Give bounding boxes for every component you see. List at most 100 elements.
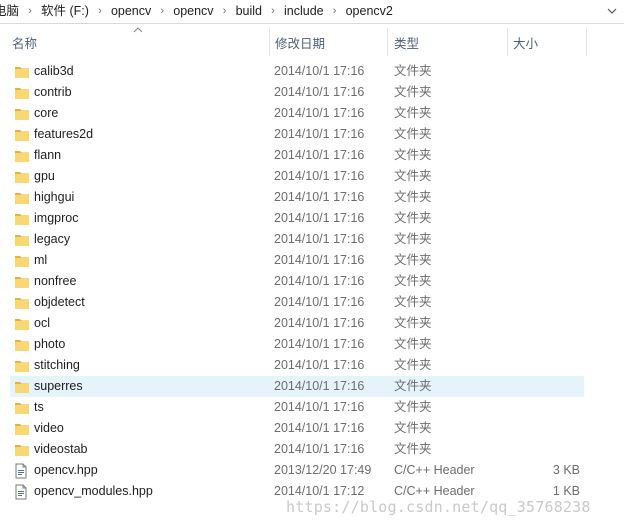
breadcrumb-item[interactable]: include	[280, 0, 328, 22]
item-name: gpu	[34, 169, 55, 183]
column-type[interactable]: 类型	[388, 24, 506, 60]
chevron-right-icon[interactable]: ›	[328, 0, 342, 22]
header-file-icon	[14, 460, 30, 481]
item-type: 文件夹	[394, 148, 432, 162]
chevron-right-icon[interactable]: ›	[23, 0, 37, 22]
item-type: 文件夹	[394, 190, 432, 204]
folder-row[interactable]: stitching 2014/10/1 17:16 文件夹	[10, 355, 584, 376]
folder-icon	[14, 397, 30, 418]
item-date: 2014/10/1 17:16	[274, 337, 365, 351]
item-type: 文件夹	[394, 421, 432, 435]
breadcrumb-item[interactable]: opencv2	[342, 0, 397, 22]
item-date: 2014/10/1 17:16	[274, 127, 365, 141]
folder-row[interactable]: features2d 2014/10/1 17:16 文件夹	[10, 124, 584, 145]
item-type: 文件夹	[394, 232, 432, 246]
item-name: photo	[34, 337, 66, 351]
breadcrumb-item[interactable]: 软件 (F:)	[37, 0, 93, 22]
folder-row[interactable]: core 2014/10/1 17:16 文件夹	[10, 103, 584, 124]
folder-row[interactable]: calib3d 2014/10/1 17:16 文件夹	[10, 61, 584, 82]
item-name: opencv.hpp	[34, 463, 98, 477]
item-type: 文件夹	[394, 106, 432, 120]
item-date: 2014/10/1 17:16	[274, 64, 365, 78]
folder-icon	[14, 103, 30, 124]
item-name: calib3d	[34, 64, 74, 78]
folder-row[interactable]: ml 2014/10/1 17:16 文件夹	[10, 250, 584, 271]
column-date-label: 修改日期	[275, 36, 326, 51]
folder-icon	[14, 355, 30, 376]
item-name: legacy	[34, 232, 71, 246]
item-type: 文件夹	[394, 64, 432, 78]
chevron-right-icon[interactable]: ›	[155, 0, 169, 22]
folder-icon	[14, 271, 30, 292]
column-divider[interactable]	[586, 28, 587, 56]
item-date: 2014/10/1 17:16	[274, 85, 365, 99]
folder-icon	[14, 61, 30, 82]
breadcrumb-item[interactable]: opencv	[169, 0, 217, 22]
breadcrumb-item[interactable]: opencv	[107, 0, 155, 22]
item-name: highgui	[34, 190, 75, 204]
watermark: https://blog.csdn.net/qq_35768238	[286, 498, 591, 516]
item-type: 文件夹	[394, 400, 432, 414]
item-date: 2014/10/1 17:16	[274, 274, 365, 288]
folder-row[interactable]: flann 2014/10/1 17:16 文件夹	[10, 145, 584, 166]
folder-icon	[14, 82, 30, 103]
chevron-right-icon[interactable]: ›	[218, 0, 232, 22]
item-type: 文件夹	[394, 274, 432, 288]
item-date: 2014/10/1 17:16	[274, 400, 365, 414]
item-type: 文件夹	[394, 358, 432, 372]
item-date: 2014/10/1 17:16	[274, 421, 365, 435]
folder-row[interactable]: nonfree 2014/10/1 17:16 文件夹	[10, 271, 584, 292]
item-date: 2013/12/20 17:49	[274, 463, 372, 477]
item-type: 文件夹	[394, 127, 432, 141]
folder-row[interactable]: objdetect 2014/10/1 17:16 文件夹	[10, 292, 584, 313]
folder-row[interactable]: highgui 2014/10/1 17:16 文件夹	[10, 187, 584, 208]
file-row[interactable]: opencv.hpp 2013/12/20 17:49 C/C++ Header 3 …	[10, 460, 584, 481]
folder-row[interactable]: ts 2014/10/1 17:16 文件夹	[10, 397, 584, 418]
column-name[interactable]: 名称	[6, 24, 270, 60]
folder-icon	[14, 208, 30, 229]
item-type: 文件夹	[394, 85, 432, 99]
chevron-down-icon	[607, 8, 617, 14]
chevron-right-icon[interactable]: ›	[93, 0, 107, 22]
folder-row[interactable]: superres 2014/10/1 17:16 文件夹	[10, 376, 584, 397]
folder-row[interactable]: contrib 2014/10/1 17:16 文件夹	[10, 82, 584, 103]
item-date: 2014/10/1 17:16	[274, 442, 365, 456]
chevron-right-icon[interactable]: ›	[266, 0, 280, 22]
breadcrumb-item[interactable]: 电脑	[0, 0, 23, 22]
breadcrumb-item[interactable]: build	[232, 0, 266, 22]
item-name: ocl	[34, 316, 50, 330]
folder-row[interactable]: video 2014/10/1 17:16 文件夹	[10, 418, 584, 439]
item-date: 2014/10/1 17:16	[274, 190, 365, 204]
folder-row[interactable]: ocl 2014/10/1 17:16 文件夹	[10, 313, 584, 334]
item-type: 文件夹	[394, 295, 432, 309]
column-size-label: 大小	[513, 36, 539, 51]
column-size[interactable]: 大小	[507, 24, 587, 60]
item-name: objdetect	[34, 295, 85, 309]
address-dropdown-button[interactable]	[600, 0, 624, 22]
folder-row[interactable]: gpu 2014/10/1 17:16 文件夹	[10, 166, 584, 187]
item-name: features2d	[34, 127, 94, 141]
item-name: opencv_modules.hpp	[34, 484, 153, 498]
column-date[interactable]: 修改日期	[269, 24, 387, 60]
item-type: 文件夹	[394, 253, 432, 267]
folder-icon	[14, 439, 30, 460]
item-date: 2014/10/1 17:16	[274, 295, 365, 309]
address-bar[interactable]: 电脑 › 软件 (F:) › opencv › opencv › build › include › o…	[0, 0, 624, 24]
item-name: ts	[34, 400, 44, 414]
header-file-icon	[14, 481, 30, 502]
item-type: 文件夹	[394, 442, 432, 456]
folder-row[interactable]: imgproc 2014/10/1 17:16 文件夹	[10, 208, 584, 229]
folder-icon	[14, 313, 30, 334]
item-size: 3 KB	[552, 463, 580, 477]
item-type: 文件夹	[394, 211, 432, 225]
folder-row[interactable]: photo 2014/10/1 17:16 文件夹	[10, 334, 584, 355]
breadcrumb: 电脑 › 软件 (F:) › opencv › opencv › build › include › o…	[0, 0, 397, 22]
folder-icon	[14, 166, 30, 187]
folder-row[interactable]: videostab 2014/10/1 17:16 文件夹	[10, 439, 584, 460]
item-name: imgproc	[34, 211, 79, 225]
item-type: 文件夹	[394, 169, 432, 183]
item-name: ml	[34, 253, 48, 267]
folder-row[interactable]: legacy 2014/10/1 17:16 文件夹	[10, 229, 584, 250]
item-name: core	[34, 106, 59, 120]
item-name: contrib	[34, 85, 72, 99]
